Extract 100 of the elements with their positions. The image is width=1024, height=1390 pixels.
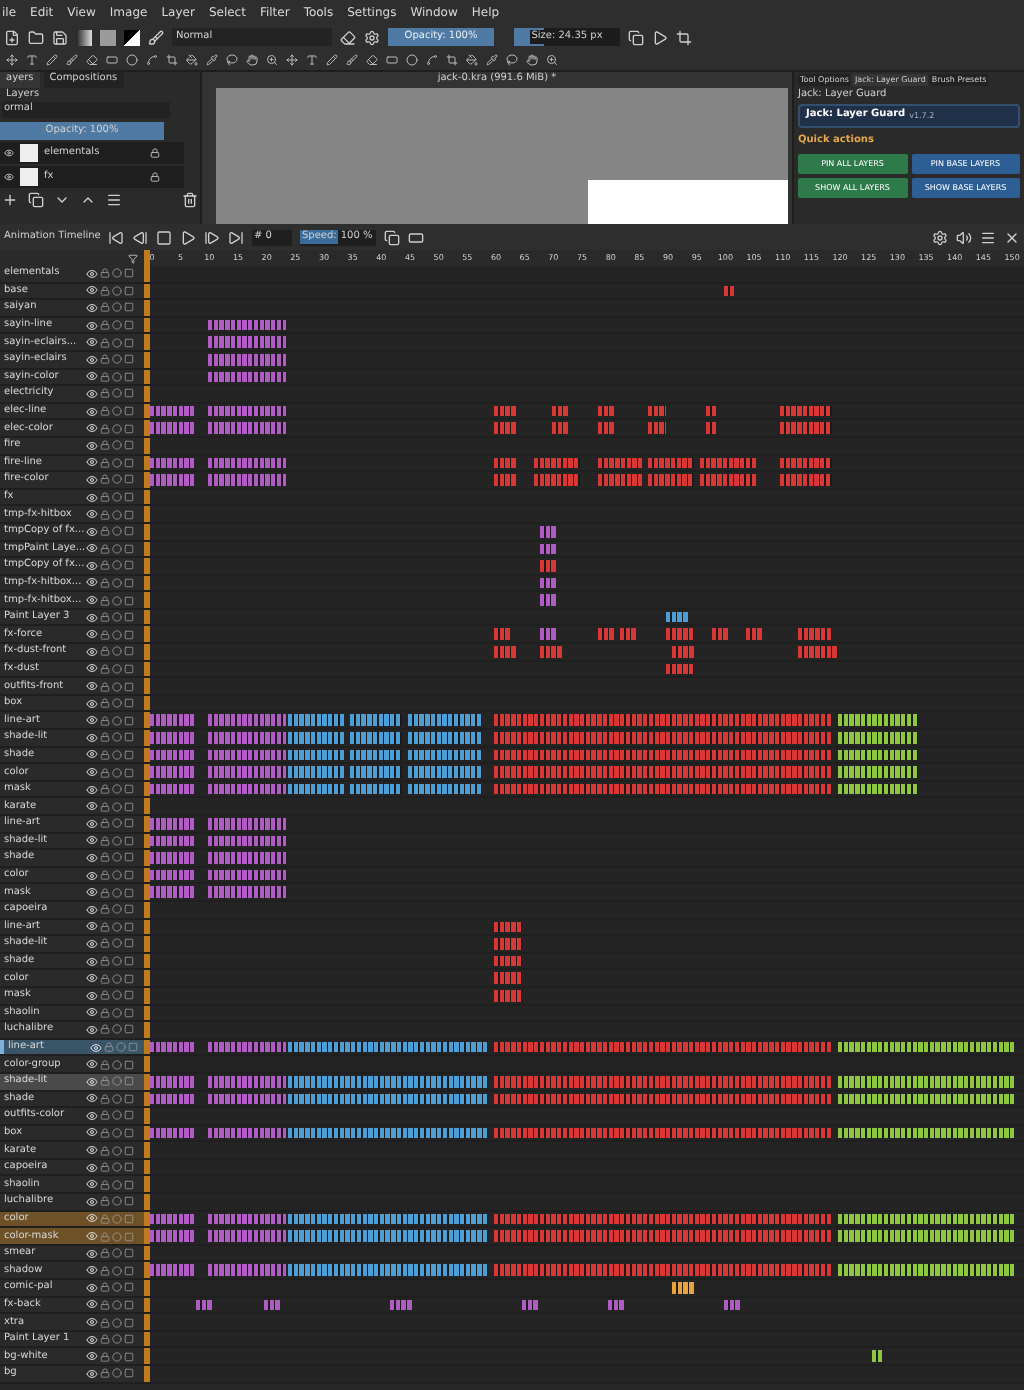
keyframe-block[interactable] <box>494 955 522 967</box>
color-swatch[interactable] <box>124 29 140 45</box>
keyframe-block[interactable] <box>408 732 482 744</box>
lock-icon[interactable] <box>100 1162 110 1173</box>
lock-icon[interactable] <box>100 1248 110 1259</box>
keyframe-block[interactable] <box>838 732 918 744</box>
eye-icon[interactable] <box>86 1212 98 1225</box>
lock-icon[interactable] <box>100 663 110 674</box>
keyframe-block[interactable] <box>494 938 522 950</box>
move-icon[interactable] <box>6 54 18 66</box>
keyframe-block[interactable] <box>534 457 579 469</box>
keyframe-block[interactable] <box>287 1127 488 1139</box>
eye-icon[interactable] <box>86 301 98 314</box>
eye-icon[interactable] <box>86 405 98 418</box>
move-icon[interactable] <box>286 54 298 66</box>
keyframe-block[interactable] <box>207 474 287 486</box>
keyframe-block[interactable] <box>408 766 482 778</box>
eye-icon[interactable] <box>86 1298 98 1311</box>
keyframe-block[interactable] <box>700 474 757 486</box>
eye-icon[interactable] <box>86 594 98 607</box>
pattern-swatch[interactable] <box>100 29 116 45</box>
keyframe-block[interactable] <box>150 714 195 727</box>
keyframe-block[interactable] <box>666 663 694 675</box>
keyframe-block[interactable] <box>408 749 482 761</box>
folder-icon[interactable] <box>28 29 44 45</box>
lock-icon[interactable] <box>100 285 110 296</box>
keyframe-block[interactable] <box>207 353 287 366</box>
keyframe-block[interactable] <box>287 1041 488 1053</box>
eye-icon[interactable] <box>86 542 98 555</box>
lock-icon[interactable] <box>100 887 110 898</box>
new-file-icon[interactable] <box>4 29 20 45</box>
eye-icon[interactable] <box>86 731 98 744</box>
lock-icon[interactable] <box>150 172 160 182</box>
keyframe-block[interactable] <box>150 852 195 864</box>
keyframe-block[interactable] <box>671 646 694 658</box>
eye-icon[interactable] <box>86 387 98 400</box>
eye-icon[interactable] <box>86 680 98 693</box>
eye-icon[interactable] <box>86 851 98 864</box>
keyframe-block[interactable] <box>494 1230 832 1242</box>
save-icon[interactable] <box>52 29 68 45</box>
keyframe-block[interactable] <box>838 1075 1015 1087</box>
keyframe-block[interactable] <box>207 835 287 847</box>
keyframe-block[interactable] <box>494 405 516 417</box>
keyframe-block[interactable] <box>797 628 832 641</box>
lock-icon[interactable] <box>100 1059 110 1070</box>
ellipse-icon[interactable] <box>126 54 138 66</box>
eye-icon[interactable] <box>86 937 98 950</box>
keyframe-block[interactable] <box>494 474 516 486</box>
keyframe-block[interactable] <box>150 783 195 795</box>
lock-icon[interactable] <box>100 1007 110 1018</box>
keyframe-block[interactable] <box>494 422 516 434</box>
rectangle-icon[interactable] <box>106 54 118 66</box>
hand-icon[interactable] <box>246 54 258 66</box>
keyframe-block[interactable] <box>207 457 287 469</box>
first-frame-icon[interactable] <box>108 229 124 245</box>
keyframe-block[interactable] <box>539 646 562 658</box>
zoom-icon[interactable] <box>546 54 558 66</box>
lock-icon[interactable] <box>100 474 110 485</box>
lock-icon[interactable] <box>100 1145 110 1156</box>
lock-icon[interactable] <box>100 1093 110 1104</box>
lock-icon[interactable] <box>100 1351 110 1362</box>
eye-icon[interactable] <box>86 267 98 280</box>
keyframe-block[interactable] <box>350 732 402 744</box>
keyframe-block[interactable] <box>838 766 918 778</box>
keyframe-block[interactable] <box>494 1264 832 1277</box>
eye-icon[interactable] <box>86 1264 98 1277</box>
keyframe-block[interactable] <box>150 1075 195 1087</box>
lock-icon[interactable] <box>100 973 110 984</box>
eye-icon[interactable] <box>86 353 98 366</box>
keyframe-block[interactable] <box>838 1127 1015 1139</box>
eye-icon[interactable] <box>86 508 98 521</box>
zoom-icon[interactable] <box>266 54 278 66</box>
keyframe-block[interactable] <box>494 628 511 641</box>
eye-icon[interactable] <box>86 783 98 796</box>
eye-icon[interactable] <box>86 1367 98 1380</box>
keyframe-block[interactable] <box>780 422 832 434</box>
rectangle-icon[interactable] <box>386 54 398 66</box>
fill-icon[interactable] <box>186 54 198 66</box>
keyframe-block[interactable] <box>150 749 195 761</box>
lock-icon[interactable] <box>100 406 110 417</box>
lock-icon[interactable] <box>100 938 110 949</box>
lock-icon[interactable] <box>100 509 110 520</box>
lock-icon[interactable] <box>100 612 110 623</box>
keyframe-block[interactable] <box>494 972 522 984</box>
keyframe-block[interactable] <box>207 336 287 348</box>
keyframe-block[interactable] <box>700 457 757 469</box>
text-icon[interactable] <box>306 54 318 66</box>
keyframe-block[interactable] <box>287 1264 488 1277</box>
keyframe-block[interactable] <box>287 732 344 744</box>
eye-icon[interactable] <box>86 834 98 847</box>
lock-icon[interactable] <box>100 1334 110 1345</box>
curve-icon[interactable] <box>426 54 438 66</box>
keyframe-block[interactable] <box>207 732 287 744</box>
eye-icon[interactable] <box>86 800 98 813</box>
ellipse-icon[interactable] <box>406 54 418 66</box>
keyframe-block[interactable] <box>150 1230 195 1242</box>
eye-icon[interactable] <box>86 972 98 985</box>
keyframe-block[interactable] <box>838 1230 1015 1242</box>
lock-icon[interactable] <box>100 388 110 399</box>
trash-icon[interactable] <box>182 192 198 208</box>
